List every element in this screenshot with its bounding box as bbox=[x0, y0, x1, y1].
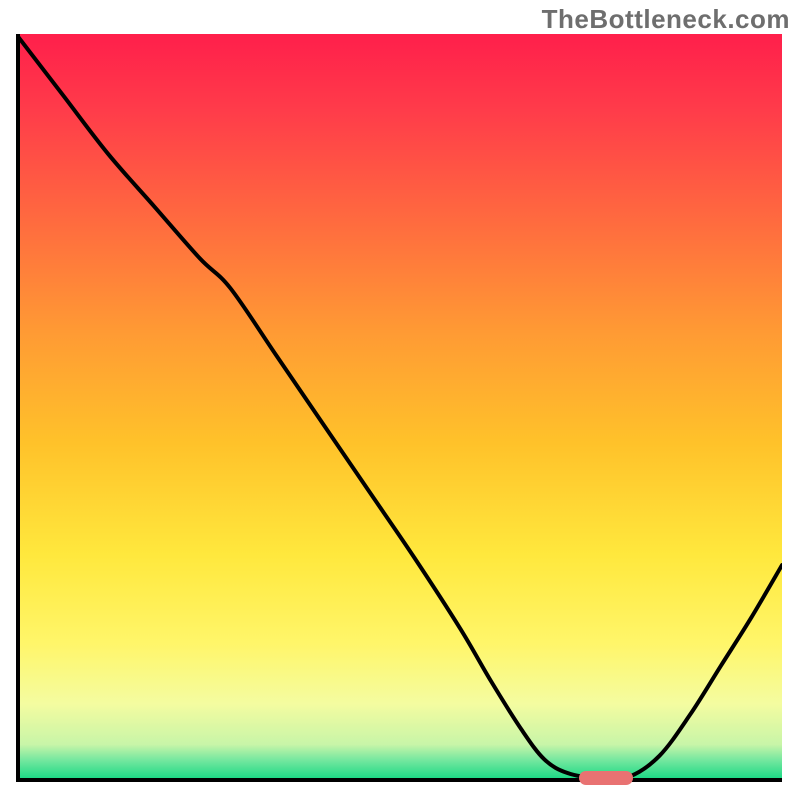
chart-plot-area bbox=[16, 34, 782, 782]
watermark-text: TheBottleneck.com bbox=[542, 4, 790, 35]
bottleneck-curve-path bbox=[16, 34, 782, 779]
optimal-range-marker bbox=[579, 771, 633, 785]
chart-container: TheBottleneck.com bbox=[0, 0, 800, 800]
